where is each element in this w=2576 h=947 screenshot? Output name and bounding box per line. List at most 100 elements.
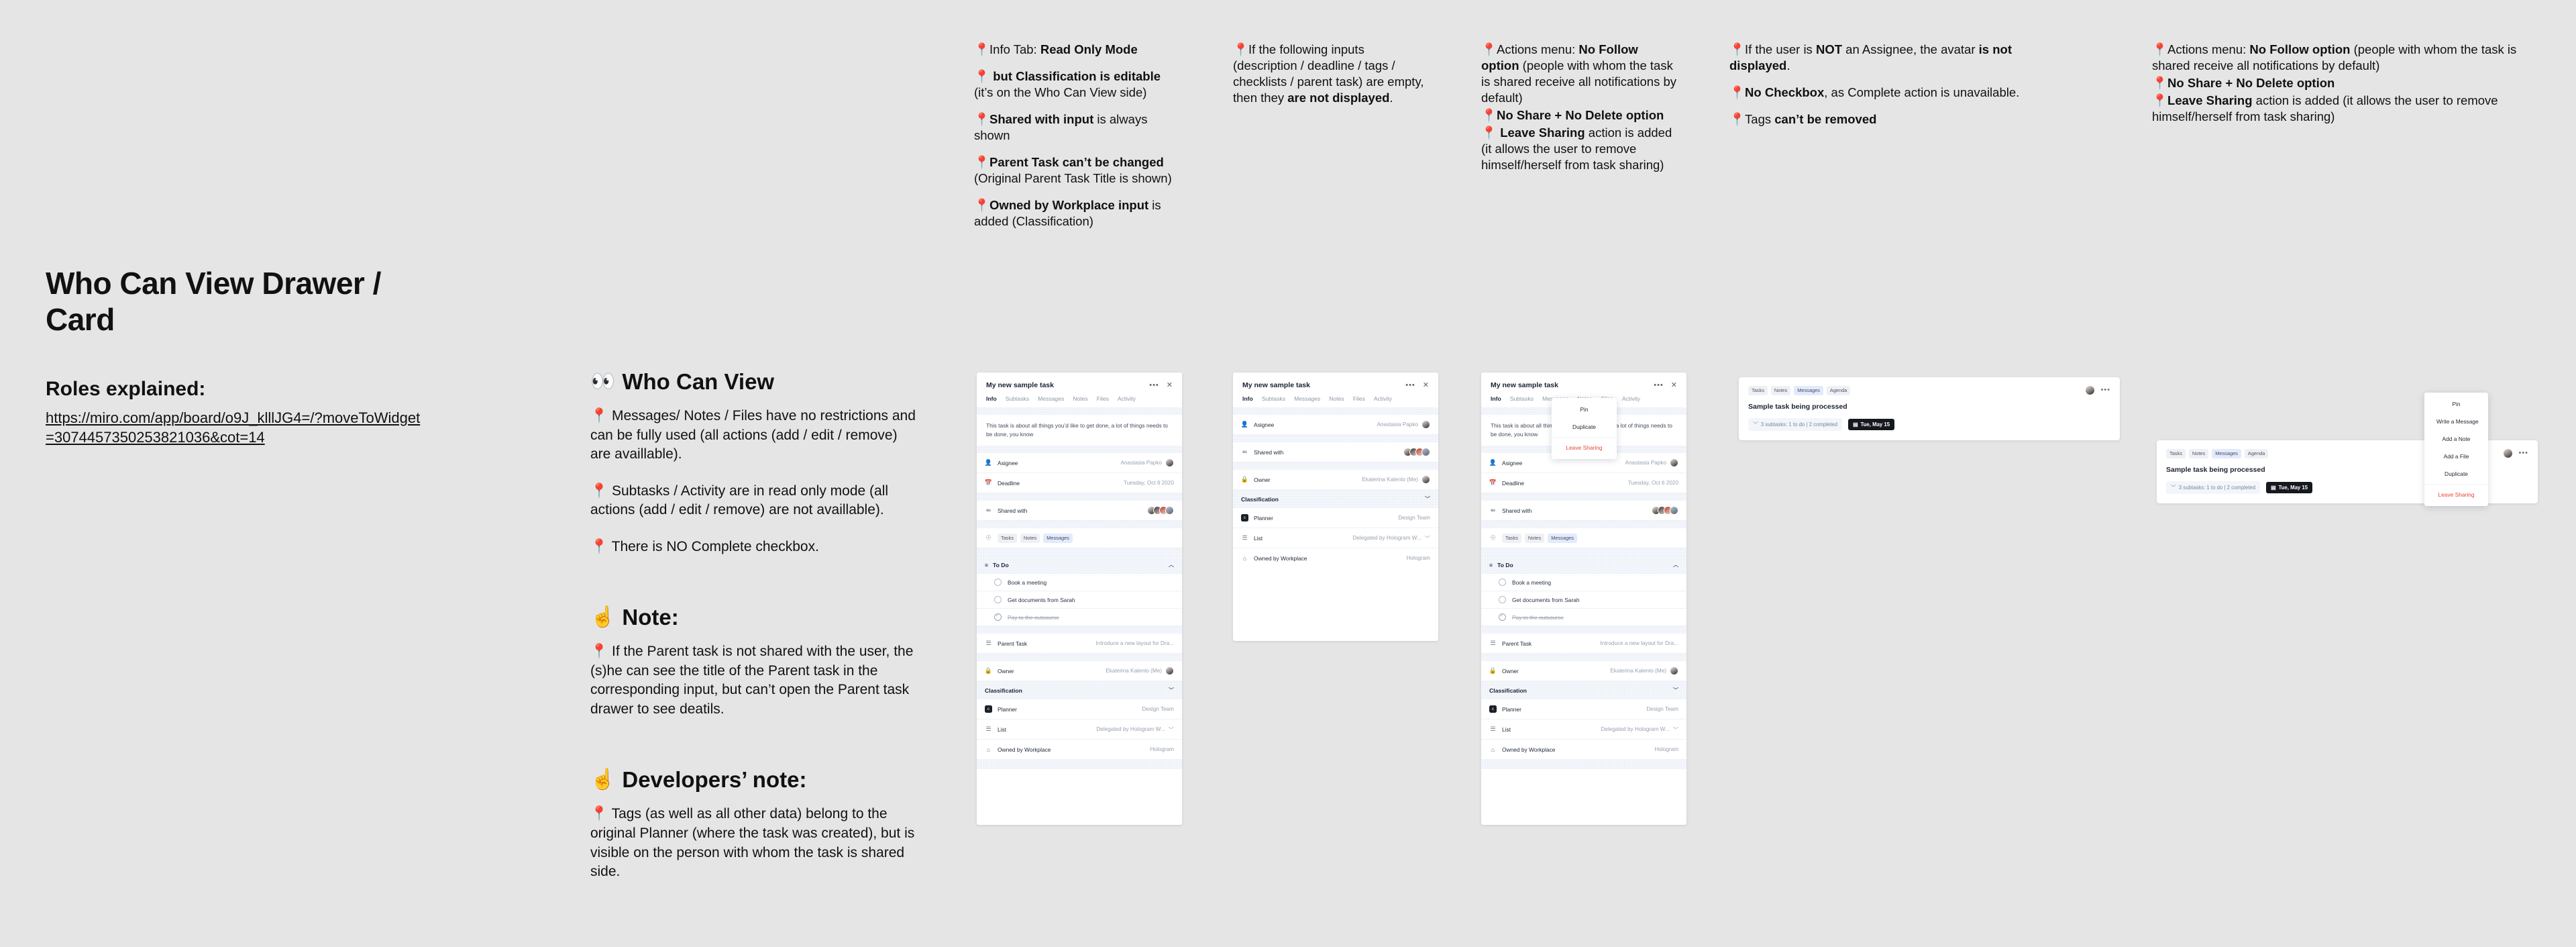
- roles-explained-link[interactable]: https://miro.com/app/board/o9J_klllJG4=/…: [46, 408, 421, 447]
- tab-files[interactable]: Files: [1097, 395, 1109, 402]
- chip-tasks[interactable]: Tasks: [1748, 385, 1768, 395]
- row-planner[interactable]: c Planner Design Team: [1233, 508, 1438, 528]
- subtasks-summary[interactable]: ﹀ 3 subtasks: 1 to do | 2 completed: [2166, 481, 2261, 494]
- tab-subtasks[interactable]: Subtasks: [1262, 395, 1285, 402]
- chevron-down-icon[interactable]: ﹀: [1673, 687, 1678, 694]
- close-icon[interactable]: ✕: [1423, 381, 1429, 389]
- tag-chip[interactable]: Notes: [1524, 533, 1545, 543]
- todo-section-header[interactable]: ≡ To Do ︿: [1481, 556, 1686, 575]
- task-drawer-compact[interactable]: My new sample task ••• ✕ Info Subtasks M…: [1233, 372, 1438, 641]
- row-shared-with[interactable]: ⇚ Shared with: [1233, 442, 1438, 462]
- row-list[interactable]: ☰ List Delegated by Hologram W... ﹀: [977, 719, 1182, 740]
- tab-subtasks[interactable]: Subtasks: [1510, 395, 1534, 402]
- tab-notes[interactable]: Notes: [1329, 395, 1344, 402]
- row-owned-by-workplace[interactable]: ⌂ Owned by Workplace Hologram: [1481, 740, 1686, 760]
- drawer-actions-menu[interactable]: Pin Duplicate Leave Sharing: [1552, 398, 1617, 459]
- drawer-tabs[interactable]: Info Subtasks Messages Notes Files Activ…: [1233, 395, 1438, 402]
- more-actions-icon[interactable]: •••: [2100, 387, 2110, 394]
- chevron-down-icon[interactable]: ﹀: [1425, 495, 1430, 503]
- checkbox[interactable]: [1499, 613, 1506, 621]
- checkbox[interactable]: [994, 613, 1002, 621]
- todo-item[interactable]: Get documents from Sarah: [1481, 591, 1686, 609]
- due-date-badge[interactable]: ▤ Tue, May 15: [2266, 482, 2313, 493]
- chip-tasks[interactable]: Tasks: [2166, 448, 2186, 458]
- row-list[interactable]: ☰ List Delegated by Hologram W... ﹀: [1481, 719, 1686, 740]
- checkbox[interactable]: [994, 579, 1002, 587]
- drawer-tabs[interactable]: Info Subtasks Messages Notes Files Activ…: [977, 395, 1182, 402]
- more-actions-icon[interactable]: •••: [1149, 381, 1159, 389]
- row-owned-by-workplace[interactable]: ⌂ Owned by Workplace Hologram: [1233, 548, 1438, 568]
- row-owner[interactable]: 🔒 Owner Ekaterina Kalento (Me): [1233, 470, 1438, 490]
- more-actions-icon[interactable]: •••: [2518, 450, 2528, 457]
- chevron-up-icon[interactable]: ︿: [1673, 561, 1678, 568]
- chip-notes[interactable]: Notes: [1770, 385, 1791, 395]
- todo-item[interactable]: Pay to the outsourse: [1481, 609, 1686, 627]
- more-actions-icon[interactable]: •••: [1405, 381, 1415, 389]
- row-owner[interactable]: 🔒 Owner Ekaterina Kalento (Me): [977, 661, 1182, 682]
- menu-item-add-a-note[interactable]: Add a Note: [2424, 430, 2488, 448]
- card-actions-menu[interactable]: Pin Write a Message Add a Note Add a Fil…: [2424, 393, 2488, 506]
- classification-section-header[interactable]: Classification ﹀: [1481, 681, 1686, 700]
- more-actions-icon[interactable]: •••: [1654, 381, 1664, 389]
- tag-chip[interactable]: Notes: [1020, 533, 1040, 543]
- todo-item[interactable]: Book a meeting: [977, 574, 1182, 592]
- task-card[interactable]: Tasks Notes Messages Agenda ••• Sample t…: [1739, 377, 2120, 440]
- avatar[interactable]: [2085, 385, 2096, 395]
- tab-info[interactable]: Info: [1242, 395, 1253, 402]
- row-shared-with[interactable]: ⇚ Shared with: [1481, 501, 1686, 521]
- todo-item[interactable]: Book a meeting: [1481, 574, 1686, 592]
- due-date-badge[interactable]: ▤ Tue, May 15: [1848, 419, 1895, 430]
- tab-activity[interactable]: Activity: [1374, 395, 1392, 402]
- avatar[interactable]: [2503, 448, 2514, 458]
- tab-notes[interactable]: Notes: [1073, 395, 1087, 402]
- tab-activity[interactable]: Activity: [1118, 395, 1136, 402]
- tag-chip[interactable]: Messages: [1043, 533, 1073, 543]
- tab-info[interactable]: Info: [1491, 395, 1501, 402]
- chip-messages[interactable]: Messages: [1794, 385, 1823, 395]
- row-planner[interactable]: c Planner Design Team: [1481, 699, 1686, 720]
- row-list[interactable]: ☰ List Delegated by Hologram W... ﹀: [1233, 528, 1438, 548]
- menu-item-pin[interactable]: Pin: [1552, 401, 1617, 418]
- row-shared-with[interactable]: ⇚ Shared with: [977, 501, 1182, 521]
- row-assignee[interactable]: 👤 Asignee Anastasia Papko: [1233, 415, 1438, 435]
- todo-item[interactable]: Get documents from Sarah: [977, 591, 1182, 609]
- classification-section-header[interactable]: Classification ﹀: [977, 681, 1182, 700]
- menu-item-add-a-file[interactable]: Add a File: [2424, 448, 2488, 465]
- chip-messages[interactable]: Messages: [2212, 448, 2241, 458]
- tag-chip[interactable]: Tasks: [998, 533, 1017, 543]
- todo-section-header[interactable]: ≡ To Do ︿: [977, 556, 1182, 575]
- menu-item-leave-sharing[interactable]: Leave Sharing: [2424, 486, 2488, 503]
- close-icon[interactable]: ✕: [1671, 381, 1677, 389]
- chip-agenda[interactable]: Agenda: [1826, 385, 1851, 395]
- row-planner[interactable]: c Planner Design Team: [977, 699, 1182, 720]
- tag-chip[interactable]: Messages: [1548, 533, 1577, 543]
- subtasks-summary[interactable]: ﹀ 3 subtasks: 1 to do | 2 completed: [1748, 418, 1843, 431]
- task-drawer-full[interactable]: My new sample task ••• ✕ Info Subtasks M…: [977, 372, 1182, 825]
- menu-item-duplicate[interactable]: Duplicate: [1552, 418, 1617, 436]
- chevron-down-icon[interactable]: ﹀: [1673, 726, 1678, 734]
- close-icon[interactable]: ✕: [1167, 381, 1173, 389]
- menu-item-pin[interactable]: Pin: [2424, 395, 2488, 413]
- row-tags[interactable]: ☉ Tasks Notes Messages: [977, 528, 1182, 549]
- todo-item[interactable]: Pay to the outsourse: [977, 609, 1182, 627]
- tab-files[interactable]: Files: [1353, 395, 1365, 402]
- classification-section-header[interactable]: Classification ﹀: [1233, 490, 1438, 508]
- checkbox[interactable]: [994, 596, 1002, 604]
- checkbox[interactable]: [1499, 596, 1506, 604]
- row-tags[interactable]: ☉ Tasks Notes Messages: [1481, 528, 1686, 549]
- tab-activity[interactable]: Activity: [1622, 395, 1640, 402]
- row-parent-task[interactable]: ☰ Parent Task Introduce a new layout for…: [1481, 634, 1686, 654]
- row-deadline[interactable]: 📅 Deadline Tuesday, Oct 6 2020: [1481, 473, 1686, 494]
- menu-item-write-a-message[interactable]: Write a Message: [2424, 413, 2488, 430]
- row-owner[interactable]: 🔒 Owner Ekaterina Kalento (Me): [1481, 661, 1686, 682]
- row-assignee[interactable]: 👤 Asignee Anastasia Papko: [977, 453, 1182, 474]
- checkbox[interactable]: [1499, 579, 1506, 587]
- tab-messages[interactable]: Messages: [1038, 395, 1064, 402]
- tab-subtasks[interactable]: Subtasks: [1006, 395, 1029, 402]
- tab-messages[interactable]: Messages: [1294, 395, 1320, 402]
- chevron-down-icon[interactable]: ﹀: [1169, 726, 1174, 734]
- chip-agenda[interactable]: Agenda: [2244, 448, 2269, 458]
- tag-chip[interactable]: Tasks: [1502, 533, 1521, 543]
- row-deadline[interactable]: 📅 Deadline Tuesday, Oct 6 2020: [977, 473, 1182, 494]
- tab-info[interactable]: Info: [986, 395, 997, 402]
